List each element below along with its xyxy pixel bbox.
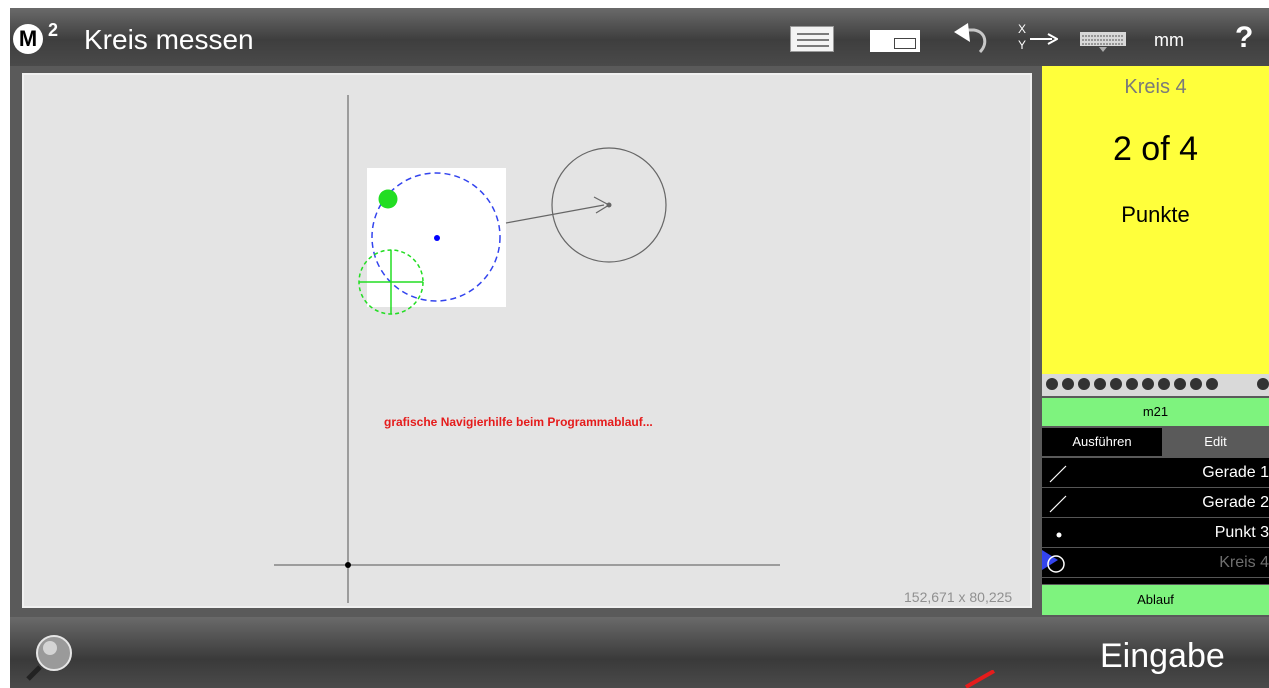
scroll-dot	[1078, 378, 1090, 390]
tab-ausfuehren[interactable]: Ausführen	[1042, 428, 1162, 456]
target-circle-center	[434, 235, 440, 241]
undo-icon[interactable]	[946, 22, 994, 58]
scroll-dot	[1158, 378, 1170, 390]
undo-glyph	[954, 23, 987, 54]
help-button[interactable]: ?	[1235, 21, 1253, 55]
app-logo: M	[13, 24, 43, 54]
layout-inset-shape	[894, 38, 916, 49]
keyboard-icon[interactable]	[1078, 26, 1128, 54]
list-item-label: Gerade 2	[1202, 494, 1269, 511]
line-icon	[1049, 465, 1067, 483]
magnifier-glyph	[26, 635, 72, 681]
red-pointer-mark	[965, 670, 995, 688]
direction-arrow-line	[505, 204, 605, 224]
list-item[interactable]: Punkt 3	[1042, 518, 1269, 548]
list-item-label: Punkt 3	[1214, 524, 1269, 541]
page-title: Kreis messen	[84, 24, 254, 55]
origin-point	[345, 562, 351, 568]
next-point-marker	[378, 189, 398, 209]
view-dimensions: 152,671 x 80,225	[904, 589, 1013, 605]
circle-icon	[1042, 550, 1065, 573]
point-unit-label: Punkte	[1121, 202, 1190, 227]
feature-title: Kreis 4	[1124, 76, 1187, 98]
axis-label-x: X	[1018, 22, 1027, 36]
axis-label-y: Y	[1018, 38, 1027, 52]
layout-toggle-icon[interactable]	[870, 30, 920, 52]
arrow-right-icon	[1030, 33, 1058, 45]
feature-list[interactable]: Gerade 1 Gerade 2 Punkt 3 Kreis 4	[1042, 458, 1269, 584]
coordinate-display-icon[interactable]	[790, 26, 834, 52]
title-bar: M 2 Kreis messen X Y mm ?	[10, 8, 1269, 66]
scroll-dot	[1174, 378, 1186, 390]
unit-selector[interactable]: mm	[1154, 30, 1184, 51]
list-item-label: Gerade 1	[1202, 464, 1269, 481]
scroll-dot	[1206, 378, 1218, 390]
actual-circle-center	[606, 202, 612, 208]
scroll-dot	[1190, 378, 1202, 390]
coordinate-display-glyph	[793, 29, 833, 51]
axis-assignment-icon[interactable]: X Y	[1018, 22, 1060, 58]
navigation-hint-text: grafische Navigierhilfe beim Programmabl…	[384, 415, 653, 429]
bottom-bar: Eingabe	[10, 617, 1269, 688]
graphic-viewport[interactable]: grafische Navigierhilfe beim Programmabl…	[22, 73, 1032, 608]
list-item[interactable]: Gerade 2	[1042, 488, 1269, 518]
navigation-graphic	[274, 95, 780, 603]
scroll-indicator[interactable]	[1042, 374, 1269, 396]
scroll-dot	[1046, 378, 1058, 390]
magnifier-icon[interactable]	[26, 631, 76, 681]
point-icon	[1056, 532, 1062, 538]
list-item[interactable]: Gerade 1	[1042, 458, 1269, 488]
line-icon	[1049, 495, 1067, 513]
program-name[interactable]: m21	[1042, 398, 1269, 426]
tab-edit[interactable]: Edit	[1162, 428, 1269, 456]
scroll-dot	[1142, 378, 1154, 390]
scroll-dot	[1110, 378, 1122, 390]
feature-info-panel: Kreis 4 2 of 4 Punkte	[1042, 66, 1269, 374]
point-counter: 2 of 4	[1112, 130, 1199, 168]
scroll-dot	[1257, 378, 1269, 390]
run-sequence-button[interactable]: Ablauf	[1042, 585, 1269, 615]
app-logo-superscript: 2	[48, 20, 59, 40]
scroll-dot	[1126, 378, 1138, 390]
keyboard-glyph	[1080, 32, 1126, 52]
list-item-label: Kreis 4	[1219, 554, 1269, 571]
list-item-active[interactable]: Kreis 4	[1042, 548, 1269, 578]
scroll-dot	[1094, 378, 1106, 390]
application-window: M 2 Kreis messen X Y mm ? grafische Navi…	[10, 8, 1269, 688]
enter-button[interactable]: Eingabe	[1100, 637, 1225, 676]
scroll-dot	[1062, 378, 1074, 390]
